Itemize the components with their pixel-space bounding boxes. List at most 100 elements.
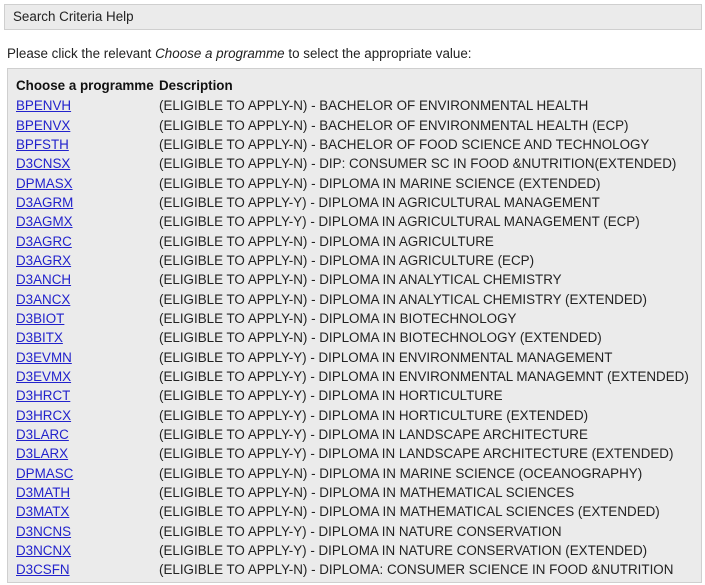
programme-code-cell: D3AGRC	[16, 231, 159, 250]
programme-code-cell: BPFSTH	[16, 135, 159, 154]
programme-description: (ELIGIBLE TO APPLY-N) - DIPLOMA IN MATHE…	[159, 485, 575, 501]
table-row: D3NCNX (ELIGIBLE TO APPLY-Y) - DIPLOMA IN…	[16, 541, 689, 560]
table-row: D3HRCT (ELIGIBLE TO APPLY-Y) - DIPLOMA IN…	[16, 386, 689, 405]
column-header-description: Description	[159, 78, 233, 93]
programme-code-link[interactable]: DPMASX	[16, 176, 73, 191]
programme-code-cell: D3NCNX	[16, 541, 159, 560]
programme-code-cell: D3AGMX	[16, 212, 159, 231]
table-row: D3AGRC (ELIGIBLE TO APPLY-N) - DIPLOMA IN…	[16, 231, 689, 250]
programme-code-cell: D3NCNS	[16, 522, 159, 541]
programme-description: (ELIGIBLE TO APPLY-N) - DIPLOMA IN AGRIC…	[159, 233, 494, 249]
programme-code-link[interactable]: D3AGRM	[16, 195, 73, 210]
programme-code-link[interactable]: D3HRCX	[16, 408, 71, 423]
programme-description: (ELIGIBLE TO APPLY-Y) - DIPLOMA IN AGRIC…	[159, 194, 600, 210]
table-row: D3AGRX (ELIGIBLE TO APPLY-N) - DIPLOMA IN…	[16, 251, 689, 270]
results-panel: Choose a programme Description BPENVH (EL…	[7, 68, 702, 583]
programme-code-link[interactable]: D3ANCX	[16, 292, 70, 307]
programme-code-link[interactable]: BPENVX	[16, 118, 70, 133]
programme-code-cell: D3EVMN	[16, 347, 159, 366]
programme-description: (ELIGIBLE TO APPLY-Y) - DIPLOMA IN LANDS…	[159, 427, 588, 443]
table-row: D3HRCX (ELIGIBLE TO APPLY-Y) - DIPLOMA IN…	[16, 406, 689, 425]
programme-description: (ELIGIBLE TO APPLY-N) - DIPLOMA IN AGRIC…	[159, 252, 535, 268]
programme-code-link[interactable]: DPMASC	[16, 466, 73, 481]
programme-description: (ELIGIBLE TO APPLY-Y) - DIPLOMA IN ENVIR…	[159, 349, 613, 365]
programme-code-cell: BPENVH	[16, 96, 159, 115]
programme-code-cell: D3ANCX	[16, 289, 159, 308]
table-row: D3AGRM (ELIGIBLE TO APPLY-Y) - DIPLOMA IN…	[16, 193, 689, 212]
programme-code-link[interactable]: BPFSTH	[16, 137, 69, 152]
table-row: D3AGMX (ELIGIBLE TO APPLY-Y) - DIPLOMA IN…	[16, 212, 689, 231]
programme-description: (ELIGIBLE TO APPLY-N) - BACHELOR OF ENVI…	[159, 98, 589, 114]
table-row: D3LARX (ELIGIBLE TO APPLY-Y) - DIPLOMA IN…	[16, 444, 689, 463]
programme-description: (ELIGIBLE TO APPLY-Y) - DIPLOMA IN HORTI…	[159, 407, 589, 423]
programme-description: (ELIGIBLE TO APPLY-Y) - DIPLOMA IN ENVIR…	[159, 368, 689, 384]
programme-code-link[interactable]: D3MATX	[16, 504, 69, 519]
programme-code-link[interactable]: D3ANCH	[16, 272, 71, 287]
programme-description: (ELIGIBLE TO APPLY-N) - BACHELOR OF ENVI…	[159, 117, 629, 133]
programme-code-link[interactable]: BPENVH	[16, 98, 71, 113]
programme-code-cell: D3CNSX	[16, 154, 159, 173]
programme-description: (ELIGIBLE TO APPLY-N) - DIP: CONSUMER SC…	[159, 156, 677, 172]
programme-code-link[interactable]: D3LARC	[16, 427, 69, 442]
instructions-text: Please click the relevant Choose a progr…	[7, 45, 471, 63]
programme-code-link[interactable]: D3EVMN	[16, 350, 72, 365]
instructions-prefix: Please click the relevant	[7, 46, 156, 61]
programme-code-cell: D3LARX	[16, 444, 159, 463]
programme-description: (ELIGIBLE TO APPLY-N) - DIPLOMA IN MARIN…	[159, 465, 643, 481]
programme-code-cell: D3AGRX	[16, 251, 159, 270]
programme-code-cell: D3MATH	[16, 483, 159, 502]
instructions-emphasis: Choose a programme	[155, 46, 285, 61]
table-row: D3BIOT (ELIGIBLE TO APPLY-N) - DIPLOMA IN…	[16, 309, 689, 328]
programme-code-cell: D3MATX	[16, 502, 159, 521]
help-title-bar: Search Criteria Help	[4, 4, 702, 30]
table-row: D3CSFN (ELIGIBLE TO APPLY-N) - DIPLOMA: C…	[16, 560, 689, 579]
programme-description: (ELIGIBLE TO APPLY-N) - DIPLOMA IN MATHE…	[159, 504, 660, 520]
programme-code-link[interactable]: D3EVMX	[16, 369, 71, 384]
programme-description: (ELIGIBLE TO APPLY-Y) - DIPLOMA IN HORTI…	[159, 388, 503, 404]
programme-code-cell: D3HRCX	[16, 406, 159, 425]
programme-code-cell: D3CSFN	[16, 560, 159, 579]
programme-description: (ELIGIBLE TO APPLY-Y) - DIPLOMA IN LANDS…	[159, 446, 674, 462]
programme-code-cell: D3EVMX	[16, 367, 159, 386]
programme-description: (ELIGIBLE TO APPLY-N) - DIPLOMA IN MARIN…	[159, 175, 601, 191]
programme-description: (ELIGIBLE TO APPLY-N) - BACHELOR OF FOOD…	[159, 136, 650, 152]
table-row: DPMASX (ELIGIBLE TO APPLY-N) - DIPLOMA IN…	[16, 173, 689, 192]
programme-description: (ELIGIBLE TO APPLY-N) - DIPLOMA IN ANALY…	[159, 272, 562, 288]
table-row: D3EVMN (ELIGIBLE TO APPLY-Y) - DIPLOMA IN…	[16, 347, 689, 366]
column-header-programme: Choose a programme	[16, 78, 154, 93]
programme-code-link[interactable]: D3NCNS	[16, 524, 71, 539]
instructions-suffix: to select the appropriate value:	[284, 46, 472, 61]
programme-description: (ELIGIBLE TO APPLY-N) - DIPLOMA IN BIOTE…	[159, 310, 517, 326]
programme-code-cell: D3ANCH	[16, 270, 159, 289]
programme-code-link[interactable]: D3LARX	[16, 446, 68, 461]
table-row: DPMASC (ELIGIBLE TO APPLY-N) - DIPLOMA IN…	[16, 464, 689, 483]
programme-code-link[interactable]: D3HRCT	[16, 388, 70, 403]
table-row: BPENVX (ELIGIBLE TO APPLY-N) - BACHELOR O…	[16, 115, 689, 134]
programme-code-link[interactable]: D3AGRC	[16, 234, 72, 249]
table-row: D3ANCH (ELIGIBLE TO APPLY-N) - DIPLOMA IN…	[16, 270, 689, 289]
programme-code-link[interactable]: D3CSFN	[16, 562, 70, 577]
table-header-row: Choose a programme Description	[16, 76, 689, 96]
programme-code-link[interactable]: D3AGRX	[16, 253, 71, 268]
programme-code-cell: DPMASX	[16, 173, 159, 192]
table-row: D3NCNS (ELIGIBLE TO APPLY-Y) - DIPLOMA IN…	[16, 522, 689, 541]
programme-description: (ELIGIBLE TO APPLY-N) - DIPLOMA IN BIOTE…	[159, 330, 602, 346]
table-row: D3CNSX (ELIGIBLE TO APPLY-N) - DIP: CONSU…	[16, 154, 689, 173]
table-row: D3ANCX (ELIGIBLE TO APPLY-N) - DIPLOMA IN…	[16, 289, 689, 308]
programme-code-link[interactable]: D3BITX	[16, 330, 63, 345]
programme-code-link[interactable]: D3NCNX	[16, 543, 71, 558]
programme-code-link[interactable]: D3MATH	[16, 485, 70, 500]
programme-description: (ELIGIBLE TO APPLY-Y) - DIPLOMA IN NATUR…	[159, 543, 648, 559]
programme-description: (ELIGIBLE TO APPLY-N) - DIPLOMA: CONSUME…	[159, 562, 674, 578]
programme-code-link[interactable]: D3AGMX	[16, 214, 73, 229]
programme-code-cell: D3BITX	[16, 328, 159, 347]
programme-code-cell: DPMASC	[16, 464, 159, 483]
table-row: D3BITX (ELIGIBLE TO APPLY-N) - DIPLOMA IN…	[16, 328, 689, 347]
programme-code-link[interactable]: D3CNSX	[16, 156, 70, 171]
table-row: BPENVH (ELIGIBLE TO APPLY-N) - BACHELOR O…	[16, 96, 689, 115]
programme-code-link[interactable]: D3BIOT	[16, 311, 64, 326]
programme-code-cell: D3AGRM	[16, 193, 159, 212]
table-row: D3EVMX (ELIGIBLE TO APPLY-Y) - DIPLOMA IN…	[16, 367, 689, 386]
programme-description: (ELIGIBLE TO APPLY-Y) - DIPLOMA IN AGRIC…	[159, 214, 640, 230]
programme-description: (ELIGIBLE TO APPLY-Y) - DIPLOMA IN NATUR…	[159, 523, 562, 539]
